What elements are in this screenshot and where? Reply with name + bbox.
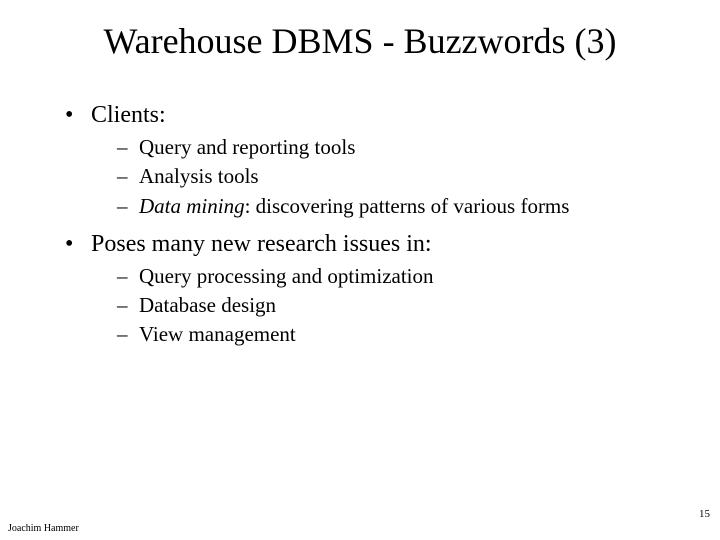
sub-item: – Database design bbox=[117, 292, 680, 318]
bullet-list: • Clients: – Query and reporting tools –… bbox=[65, 100, 680, 348]
sub-item: – Data mining: discovering patterns of v… bbox=[117, 193, 680, 219]
footer-author: Joachim Hammer bbox=[8, 523, 79, 534]
sub-text-rest: : discovering patterns of various forms bbox=[245, 194, 570, 218]
bullet-text: Poses many new research issues in: bbox=[91, 229, 432, 259]
slide-title: Warehouse DBMS - Buzzwords (3) bbox=[0, 20, 720, 62]
sub-text: Data mining: discovering patterns of var… bbox=[139, 193, 569, 219]
sub-item: – Analysis tools bbox=[117, 163, 680, 189]
sub-item: – Query and reporting tools bbox=[117, 134, 680, 160]
sub-text: Database design bbox=[139, 292, 276, 318]
sub-text: View management bbox=[139, 321, 296, 347]
sub-text: Query and reporting tools bbox=[139, 134, 355, 160]
sub-list: – Query and reporting tools – Analysis t… bbox=[117, 134, 680, 219]
dash-icon: – bbox=[117, 321, 139, 347]
bullet-text: Clients: bbox=[91, 100, 166, 130]
bullet-item: • Poses many new research issues in: – Q… bbox=[65, 229, 680, 348]
dash-icon: – bbox=[117, 193, 139, 219]
sub-item: – Query processing and optimization bbox=[117, 263, 680, 289]
sub-text: Analysis tools bbox=[139, 163, 259, 189]
bullet-dot-icon: • bbox=[65, 229, 91, 259]
slide-body: • Clients: – Query and reporting tools –… bbox=[65, 100, 680, 358]
bullet-dot-icon: • bbox=[65, 100, 91, 130]
sub-item: – View management bbox=[117, 321, 680, 347]
bullet-item: • Clients: – Query and reporting tools –… bbox=[65, 100, 680, 219]
footer-page-number: 15 bbox=[699, 508, 710, 520]
italic-lead: Data mining bbox=[139, 194, 245, 218]
slide: Warehouse DBMS - Buzzwords (3) • Clients… bbox=[0, 0, 720, 540]
dash-icon: – bbox=[117, 292, 139, 318]
dash-icon: – bbox=[117, 163, 139, 189]
sub-text: Query processing and optimization bbox=[139, 263, 434, 289]
dash-icon: – bbox=[117, 263, 139, 289]
sub-list: – Query processing and optimization – Da… bbox=[117, 263, 680, 348]
dash-icon: – bbox=[117, 134, 139, 160]
